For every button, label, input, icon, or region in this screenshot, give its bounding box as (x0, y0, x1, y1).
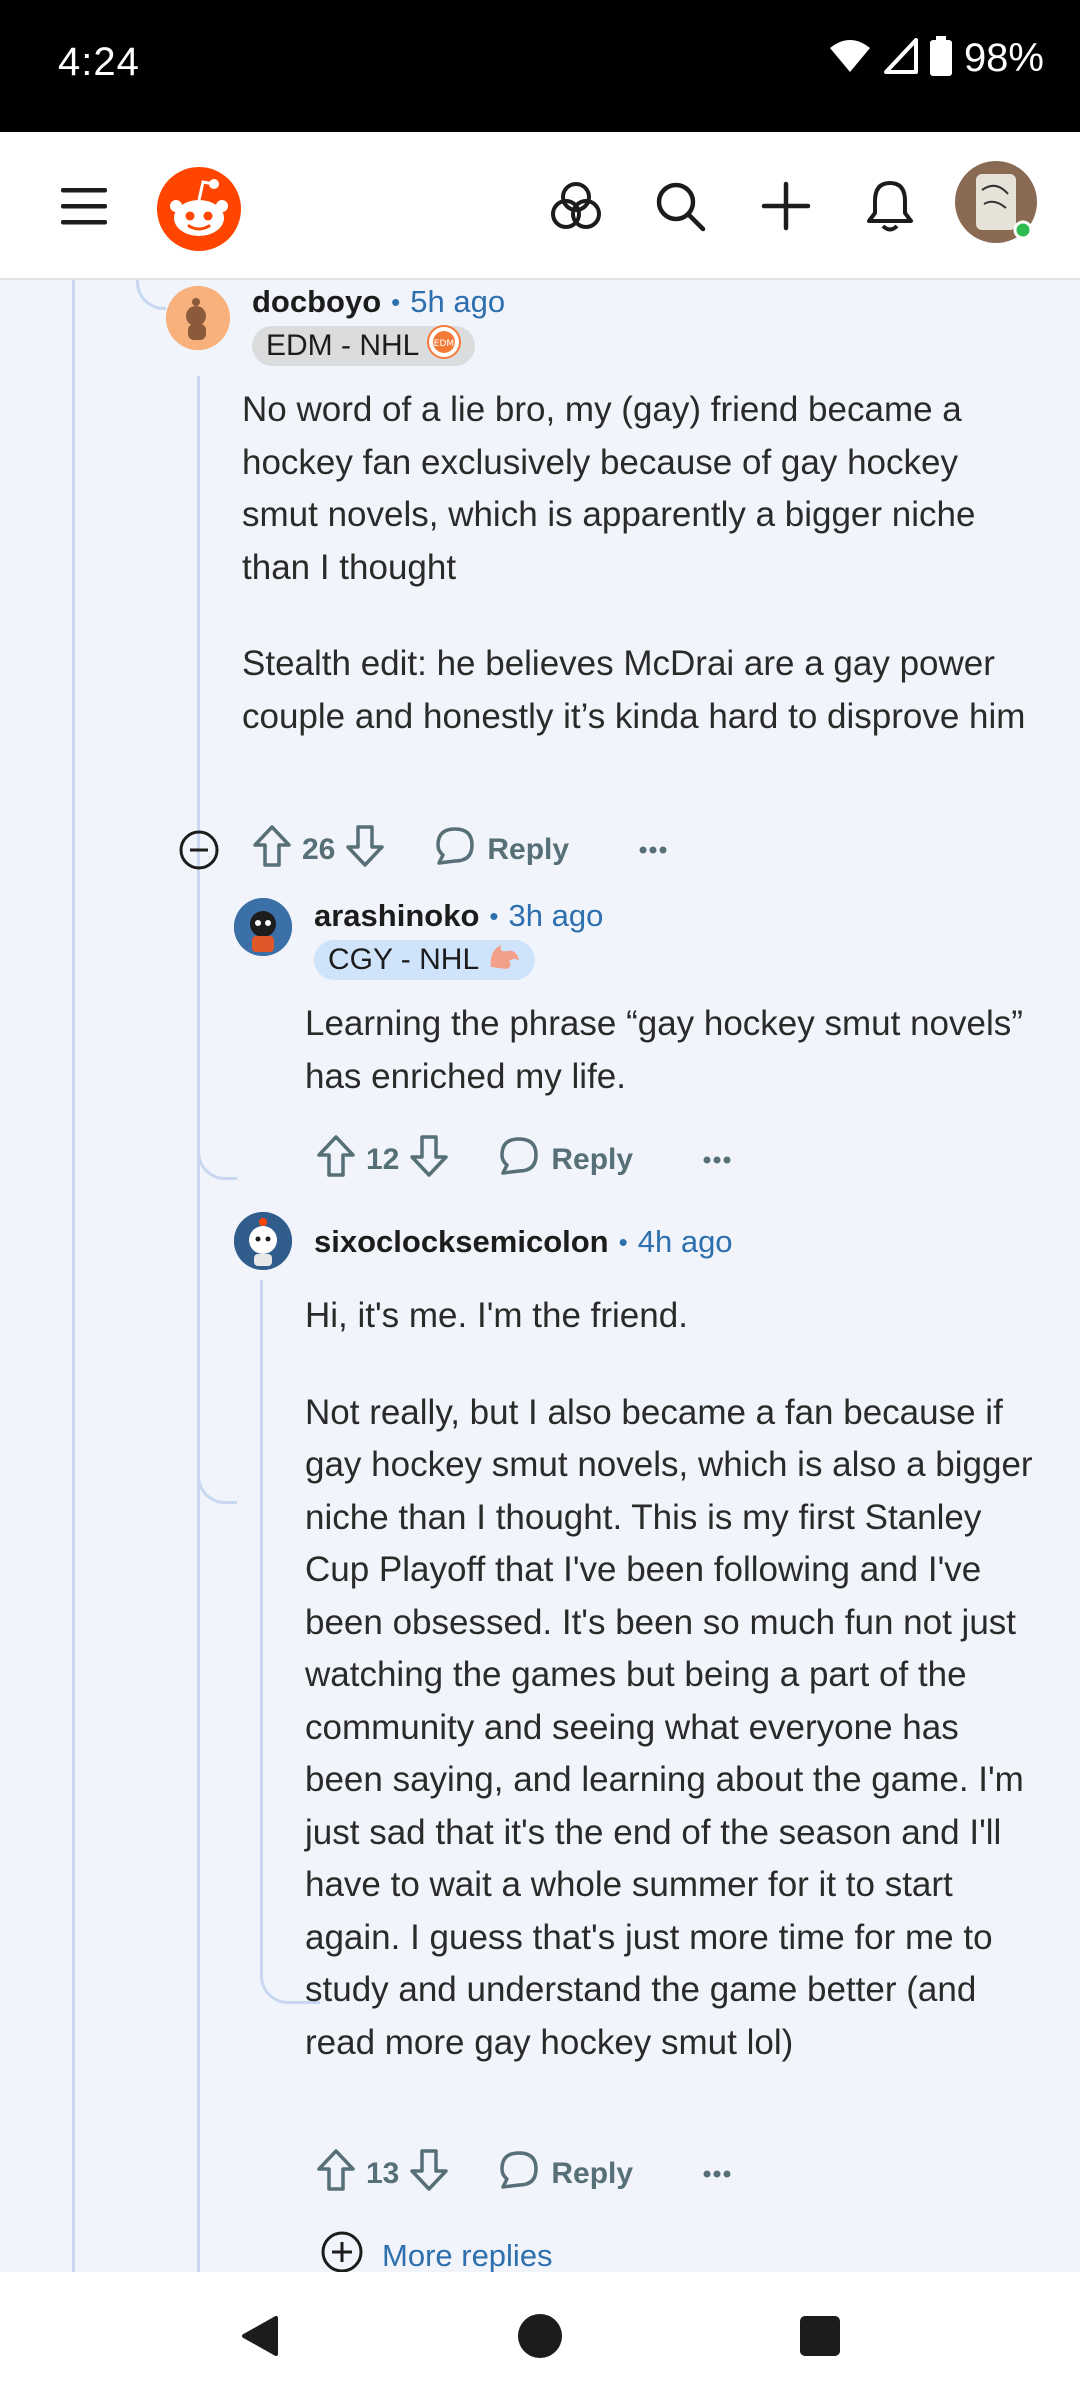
upvote-icon[interactable] (316, 2148, 356, 2200)
reply-icon (435, 826, 475, 874)
vote-count: 12 (366, 1143, 400, 1176)
meta-separator: • (618, 1226, 628, 1257)
svg-text:EDM: EDM (434, 339, 454, 349)
avatar[interactable] (234, 1212, 292, 1270)
more-options-icon[interactable] (703, 1155, 731, 1165)
avatar[interactable] (166, 286, 230, 350)
comment-paragraph: Hi, it's me. I'm the friend. (305, 1296, 688, 1335)
user-avatar[interactable] (954, 160, 1038, 244)
comment-time: 5h ago (410, 284, 506, 319)
comment-thread: docboyo • 5h ago EDM - NHL EDM No word o… (0, 280, 1080, 2272)
oilers-logo-icon: EDM (427, 325, 462, 367)
comment-meta: docboyo • 5h ago (252, 284, 505, 320)
wifi-icon (828, 38, 872, 79)
comment-author[interactable]: docboyo (252, 284, 381, 320)
more-replies-label: More replies (382, 2238, 553, 2272)
user-flair: EDM - NHL EDM (252, 325, 476, 367)
reply-icon (499, 1136, 539, 1184)
battery-icon (929, 36, 952, 81)
thread-line-root[interactable] (72, 280, 75, 2272)
more-options-icon[interactable] (703, 2169, 731, 2179)
reply-button[interactable]: Reply (499, 2150, 633, 2198)
comment-body: Hi, it's me. I'm the friend. Not really,… (305, 1290, 1033, 2069)
notifications-icon[interactable] (860, 176, 920, 236)
comment-paragraph: No word of a lie bro, my (gay) friend be… (242, 390, 976, 587)
vote-count: 13 (366, 2157, 400, 2190)
reply-button[interactable]: Reply (499, 1136, 633, 1184)
upvote-icon[interactable] (252, 824, 292, 876)
system-nav-bar (0, 2272, 1080, 2400)
upvote-icon[interactable] (316, 1134, 356, 1186)
thread-curve (136, 280, 166, 310)
communities-icon[interactable] (546, 176, 606, 236)
battery-percent: 98% (963, 36, 1044, 80)
vote-group: 12 (316, 1134, 449, 1186)
comment-paragraph: Learning the phrase “gay hockey smut nov… (305, 1004, 1023, 1096)
comment-paragraph: Stealth edit: he believes McDrai are a g… (242, 644, 1026, 736)
back-icon[interactable] (210, 2272, 310, 2400)
flair-text: EDM - NHL (266, 329, 420, 362)
app-header (0, 132, 1080, 280)
meta-separator: • (391, 286, 401, 317)
meta-separator: • (489, 900, 499, 931)
reply-label: Reply (487, 833, 570, 866)
user-flair: CGY - NHL (314, 940, 536, 980)
search-icon[interactable] (650, 176, 710, 236)
thread-line-sixoclock[interactable] (260, 1280, 263, 1980)
comment-body: No word of a lie bro, my (gay) friend be… (242, 384, 1032, 743)
comment-meta: arashinoko • 3h ago (314, 898, 603, 934)
comment-meta: sixoclocksemicolon • 4h ago (314, 1224, 733, 1260)
reply-button[interactable]: Reply (435, 826, 569, 874)
reply-label: Reply (551, 2157, 634, 2190)
reddit-logo[interactable] (154, 164, 244, 254)
flair-text: CGY - NHL (328, 943, 480, 976)
comment-body: Learning the phrase “gay hockey smut nov… (305, 998, 1025, 1103)
expand-icon (320, 2230, 364, 2272)
comment-time: 3h ago (508, 898, 604, 933)
comment-author[interactable]: arashinoko (314, 898, 479, 934)
vote-group: 13 (316, 2148, 449, 2200)
avatar[interactable] (234, 898, 292, 956)
create-icon[interactable] (756, 176, 816, 236)
downvote-icon[interactable] (345, 824, 385, 876)
signal-icon (883, 38, 918, 79)
comment-actions: 26 Reply (178, 820, 667, 880)
reply-icon (499, 2150, 539, 2198)
status-time: 4:24 (58, 40, 140, 84)
comment-actions: 13 Reply (316, 2144, 731, 2204)
status-bar: 4:24 98% (0, 0, 1080, 132)
vote-count: 26 (302, 833, 336, 866)
comment-actions: 12 Reply (316, 1130, 731, 1190)
more-options-icon[interactable] (639, 845, 667, 855)
comment-author[interactable]: sixoclocksemicolon (314, 1224, 609, 1260)
vote-group: 26 (252, 824, 385, 876)
home-icon[interactable] (490, 2272, 590, 2400)
comment-time: 4h ago (637, 1224, 733, 1259)
menu-icon[interactable] (52, 176, 116, 236)
thread-curve-sixoclock (197, 880, 237, 1504)
downvote-icon[interactable] (409, 2148, 449, 2200)
comment-paragraph: Not really, but I also became a fan beca… (305, 1392, 1033, 2062)
flames-logo-icon (487, 941, 521, 979)
reply-label: Reply (551, 1143, 634, 1176)
recents-icon[interactable] (770, 2272, 870, 2400)
downvote-icon[interactable] (409, 1134, 449, 1186)
status-icons: 98% (828, 36, 1044, 81)
more-replies-button[interactable]: More replies (320, 2230, 553, 2272)
collapse-icon[interactable] (178, 829, 220, 871)
